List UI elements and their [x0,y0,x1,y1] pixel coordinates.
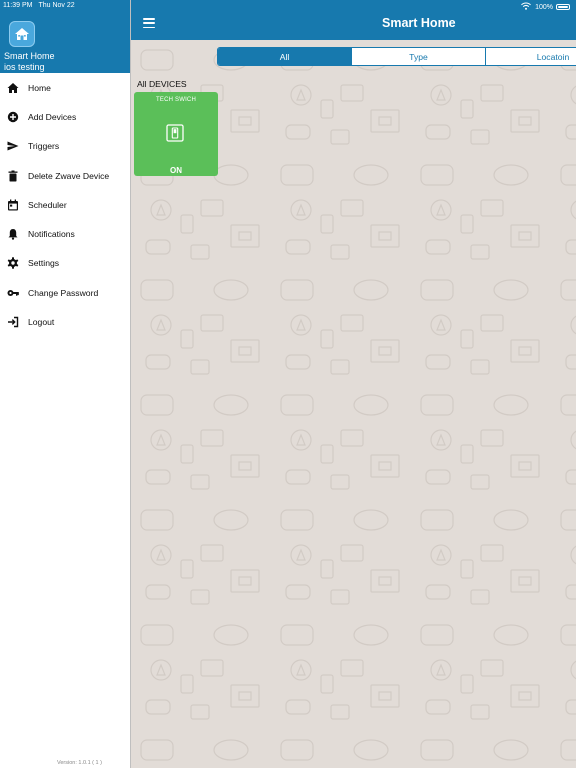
app-version: Version: 1.0.1 ( 1 ) [57,760,102,766]
menu-item-logout[interactable]: Logout [0,307,130,336]
main-content: All Type Locatoin All DEVICES TECH SWICH… [131,40,576,768]
gear-icon [7,257,19,270]
add-circle-icon [7,111,19,123]
device-state: ON [170,166,182,175]
menu-item-triggers[interactable]: Triggers [0,132,130,161]
status-date: Thu Nov 22 [38,2,75,9]
menu-item-label: Notifications [28,229,75,240]
menu-item-change-password[interactable]: Change Password [0,278,130,307]
menu-item-label: Add Devices [28,111,77,122]
logout-icon [7,316,19,328]
menu-item-label: Logout [28,317,55,328]
menu-item-label: Settings [28,258,60,269]
sidebar-user-name: ios testing [4,62,45,72]
bell-icon [7,228,19,240]
sidebar-app-name: Smart Home [4,51,55,61]
device-name: TECH SWICH [156,97,196,103]
battery-icon [556,4,570,10]
device-card[interactable]: TECH SWICH ON [134,92,218,176]
section-title: All DEVICES [137,79,187,89]
switch-icon [166,124,184,142]
menu-item-label: Scheduler [28,199,67,210]
app-logo-icon [9,21,35,47]
sidebar-header: 11:39 PM Thu Nov 22 Smart Home ios testin… [0,0,130,73]
page-title: Smart Home [382,16,456,30]
send-icon [7,140,19,152]
battery-percentage: 100% [535,3,553,11]
menu-item-label: Home [28,82,51,93]
menu-item-add-devices[interactable]: Add Devices [0,102,130,131]
sidebar-menu: Home Add Devices Triggers Delete Zwave D… [0,73,130,337]
tab-type[interactable]: Type [352,48,486,65]
menu-item-label: Change Password [28,287,99,298]
tab-all[interactable]: All [218,48,352,65]
key-icon [7,287,19,299]
top-nav-bar: Smart Home 100% [131,0,576,40]
menu-item-label: Triggers [28,141,60,152]
menu-item-label: Delete Zwave Device [28,170,110,181]
tab-location[interactable]: Locatoin [486,48,576,65]
wifi-icon [521,2,531,12]
calendar-icon [7,199,19,211]
menu-item-notifications[interactable]: Notifications [0,219,130,248]
menu-item-scheduler[interactable]: Scheduler [0,190,130,219]
hamburger-menu-icon[interactable] [143,18,155,28]
trash-icon [7,170,19,182]
status-bar-left: 11:39 PM Thu Nov 22 [3,2,81,9]
status-bar-right: 100% [521,2,570,12]
filter-segmented-control: All Type Locatoin [217,47,576,66]
menu-item-delete-zwave-device[interactable]: Delete Zwave Device [0,161,130,190]
status-time: 11:39 PM [3,2,33,9]
sidebar: 11:39 PM Thu Nov 22 Smart Home ios testin… [0,0,131,768]
menu-item-settings[interactable]: Settings [0,249,130,278]
home-icon [7,82,19,94]
menu-item-home[interactable]: Home [0,73,130,102]
